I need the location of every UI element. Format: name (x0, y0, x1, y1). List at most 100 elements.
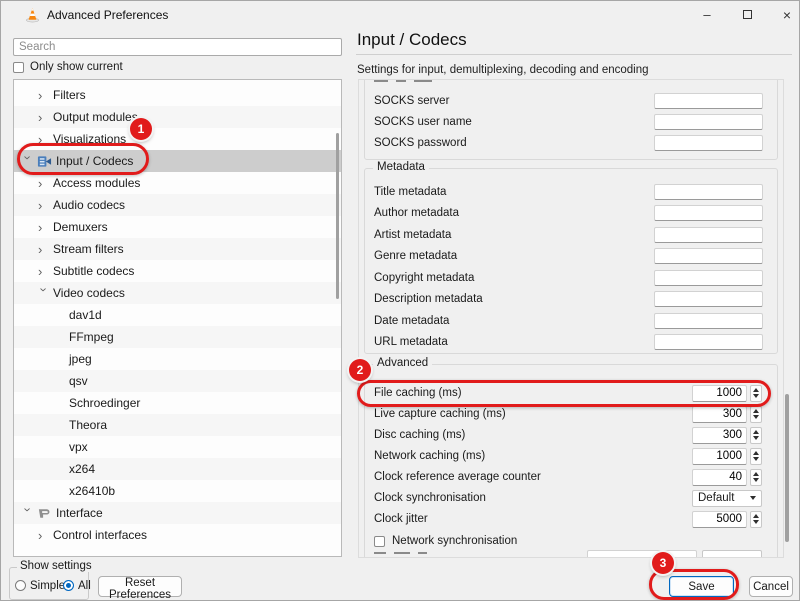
spinner-buttons[interactable] (750, 406, 762, 423)
clock-synchronisation-dropdown[interactable]: Default (692, 490, 762, 507)
sidebar-item-interface[interactable]: › Interface (14, 502, 341, 524)
genre-metadata-input[interactable] (654, 248, 763, 264)
reset-preferences-button[interactable]: Reset Preferences (98, 576, 182, 597)
spin-down-icon[interactable] (753, 520, 759, 524)
checkbox-icon[interactable] (13, 62, 24, 73)
chevron-right-icon[interactable]: › (38, 528, 53, 543)
field-label: Clock synchronisation (374, 492, 486, 504)
chevron-right-icon[interactable]: › (38, 198, 53, 213)
spin-up-icon[interactable] (753, 451, 759, 455)
sidebar-item-schroedinger[interactable]: Schroedinger (14, 392, 341, 414)
socks-server-input[interactable] (654, 93, 763, 109)
tree-scrollbar[interactable] (336, 133, 339, 299)
file-caching-spinbox[interactable] (692, 385, 747, 402)
sidebar-item-subtitle-codecs[interactable]: ›Subtitle codecs (14, 260, 341, 282)
field-row: Copyright metadata (359, 269, 784, 287)
author-metadata-input[interactable] (654, 205, 763, 221)
spin-up-icon[interactable] (753, 409, 759, 413)
spin-down-icon[interactable] (753, 394, 759, 398)
maximize-button[interactable] (734, 3, 760, 27)
sidebar-item-audio-codecs[interactable]: ›Audio codecs (14, 194, 341, 216)
all-radio-label[interactable]: All (78, 580, 91, 592)
search-input[interactable] (13, 38, 342, 56)
chevron-right-icon[interactable]: › (38, 264, 53, 279)
chevron-down-icon[interactable]: › (21, 155, 36, 170)
chevron-right-icon[interactable]: › (38, 220, 53, 235)
chevron-down-icon[interactable]: › (21, 507, 36, 522)
sidebar-item-vpx[interactable]: vpx (14, 436, 341, 458)
only-show-current-checkbox[interactable]: Only show current (13, 61, 123, 73)
description-metadata-input[interactable] (654, 291, 763, 307)
network-synchronisation-checkbox[interactable]: Network synchronisation (359, 532, 784, 550)
spinner-buttons[interactable] (750, 469, 762, 486)
sidebar-item-control-interfaces[interactable]: ›Control interfaces (14, 524, 341, 546)
close-button[interactable]: × (774, 3, 800, 27)
chevron-right-icon[interactable]: › (38, 110, 53, 125)
spin-up-icon[interactable] (753, 514, 759, 518)
sidebar-item-access-modules[interactable]: ›Access modules (14, 172, 341, 194)
field-label: Artist metadata (374, 229, 451, 241)
simple-radio-label[interactable]: Simple (30, 580, 65, 592)
chevron-right-icon[interactable]: › (38, 242, 53, 257)
save-button[interactable]: Save (669, 576, 734, 597)
cancel-button[interactable]: Cancel (749, 576, 793, 597)
title-metadata-input[interactable] (654, 184, 763, 200)
spinner-buttons[interactable] (750, 427, 762, 444)
spin-down-icon[interactable] (753, 478, 759, 482)
network-caching-spinbox[interactable] (692, 448, 747, 465)
sidebar-item-filters[interactable]: ›Filters (14, 84, 341, 106)
field-row: URL metadata (359, 333, 784, 351)
spin-down-icon[interactable] (753, 436, 759, 440)
sidebar-item-ffmpeg[interactable]: FFmpeg (14, 326, 341, 348)
spin-up-icon[interactable] (753, 388, 759, 392)
spin-down-icon[interactable] (753, 415, 759, 419)
all-radio[interactable] (63, 580, 74, 591)
url-metadata-input[interactable] (654, 334, 763, 350)
chevron-right-icon[interactable]: › (38, 132, 53, 147)
spinner-buttons[interactable] (750, 385, 762, 402)
sidebar-item-demuxers[interactable]: ›Demuxers (14, 216, 341, 238)
settings-scrollbar[interactable] (785, 394, 789, 542)
sidebar-item-x264[interactable]: x264 (14, 458, 341, 480)
field-label: SOCKS password (374, 137, 467, 149)
sidebar-item-video-codecs[interactable]: ›Video codecs (14, 282, 341, 304)
sidebar-item-input-codecs[interactable]: › Input / Codecs (14, 150, 341, 172)
sidebar-item-visualizations[interactable]: ›Visualizations (14, 128, 341, 150)
copyright-metadata-input[interactable] (654, 270, 763, 286)
field-label: Description metadata (374, 293, 483, 305)
spinner-buttons[interactable] (750, 448, 762, 465)
date-metadata-input[interactable] (654, 313, 763, 329)
minimize-button[interactable]: – (694, 3, 720, 27)
tree-item-label: dav1d (69, 308, 102, 322)
spinner-buttons[interactable] (750, 511, 762, 528)
socks-user-name-input[interactable] (654, 114, 763, 130)
sidebar-item-stream-filters[interactable]: ›Stream filters (14, 238, 341, 260)
chevron-right-icon[interactable]: › (38, 176, 53, 191)
spin-down-icon[interactable] (753, 457, 759, 461)
sidebar-item-x26410b[interactable]: x26410b (14, 480, 341, 502)
disc-caching-spinbox[interactable] (692, 427, 747, 444)
sidebar-item-jpeg[interactable]: jpeg (14, 348, 341, 370)
clock-jitter-spinbox[interactable] (692, 511, 747, 528)
field-row: Network caching (ms) (359, 447, 784, 465)
sidebar-item-theora[interactable]: Theora (14, 414, 341, 436)
sidebar-item-dav1d[interactable]: dav1d (14, 304, 341, 326)
sidebar-item-output-modules[interactable]: ›Output modules (14, 106, 341, 128)
field-label: Network caching (ms) (374, 450, 485, 462)
field-row: Genre metadata (359, 247, 784, 265)
live-capture-caching-spinbox[interactable] (692, 406, 747, 423)
advanced-group-title: Advanced (373, 357, 432, 369)
checkbox-icon[interactable] (374, 536, 385, 547)
spin-up-icon[interactable] (753, 430, 759, 434)
socks-password-input[interactable] (654, 135, 763, 151)
chevron-down-icon[interactable]: › (37, 287, 52, 302)
chevron-right-icon[interactable]: › (38, 88, 53, 103)
spin-up-icon[interactable] (753, 472, 759, 476)
page-subtitle: Settings for input, demultiplexing, deco… (357, 64, 649, 76)
field-label: Disc caching (ms) (374, 429, 465, 441)
artist-metadata-input[interactable] (654, 227, 763, 243)
simple-radio[interactable] (15, 580, 26, 591)
sidebar-item-qsv[interactable]: qsv (14, 370, 341, 392)
interface-icon (37, 506, 56, 521)
clock-reference-counter-spinbox[interactable] (692, 469, 747, 486)
